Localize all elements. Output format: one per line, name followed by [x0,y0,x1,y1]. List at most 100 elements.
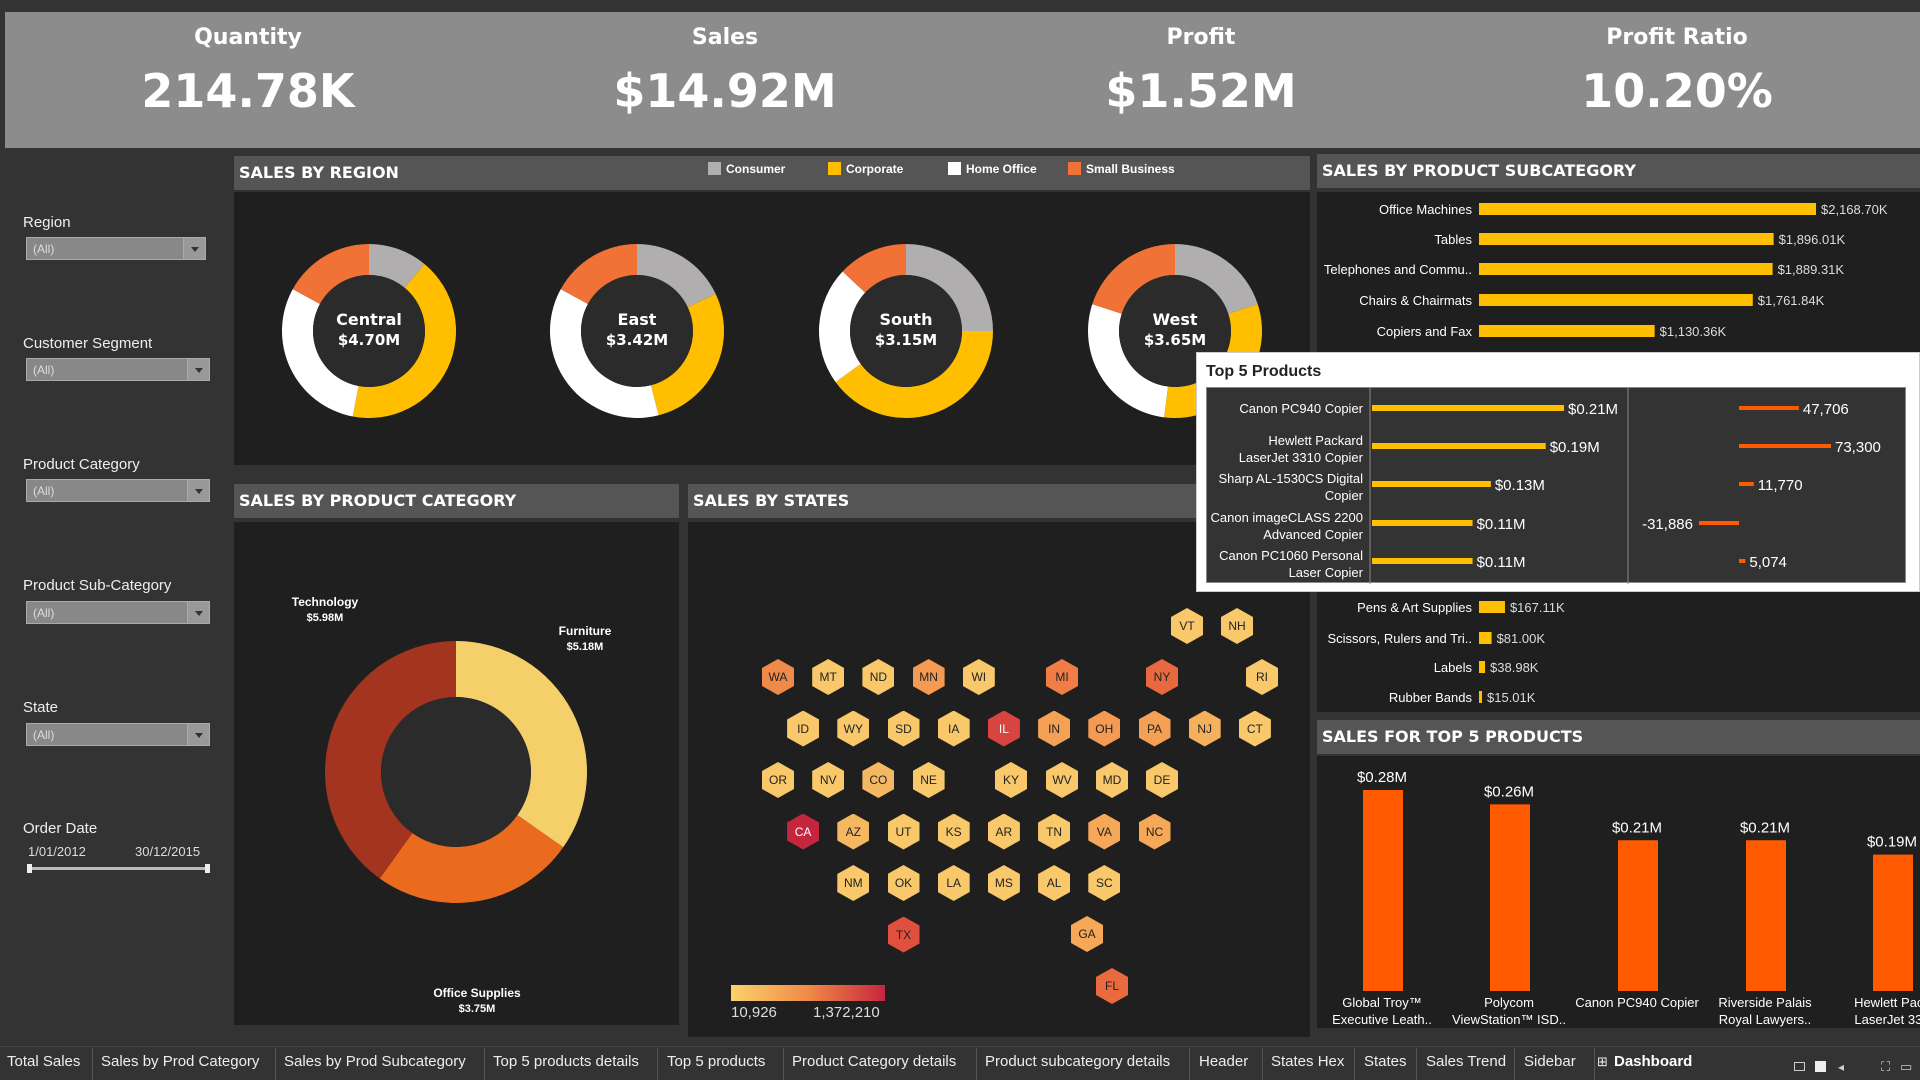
state-hex-md[interactable]: MD [1096,762,1128,798]
state-hex-az[interactable]: AZ [837,813,870,850]
sheet-tab-sales-by-prod-category[interactable]: Sales by Prod Category [101,1052,259,1080]
state-hex-nd[interactable]: ND [862,659,895,695]
chevron-down-icon[interactable] [187,602,209,623]
date-slider-start-handle[interactable] [27,864,32,873]
top5-bar[interactable] [1490,804,1530,991]
state-hex-in[interactable]: IN [1038,710,1071,747]
tooltip-profit-bar[interactable] [1739,406,1799,410]
subcategory-bar[interactable] [1479,691,1482,703]
state-hex-ut[interactable]: UT [887,813,920,850]
state-hex-pa[interactable]: PA [1138,710,1171,747]
sheet-tab-sales-trend[interactable]: Sales Trend [1426,1052,1506,1080]
state-hex-ri[interactable]: RI [1246,659,1278,695]
sheet-tab-sales-by-prod-subcategory[interactable]: Sales by Prod Subcategory [284,1052,466,1080]
sheet-tab-states-hex[interactable]: States Hex [1271,1052,1344,1080]
state-hex-nj[interactable]: NJ [1188,710,1221,747]
prev-sheet-icon[interactable]: ◂ [1838,1060,1844,1074]
state-hex-ct[interactable]: CT [1238,710,1271,747]
state-hex-mn[interactable]: MN [912,659,945,695]
state-hex-al[interactable]: AL [1038,865,1071,901]
sheet-tab-dashboard[interactable]: Dashboard [1614,1052,1692,1080]
sheet-tab-header[interactable]: Header [1199,1052,1248,1080]
top5-bar[interactable] [1618,840,1658,991]
state-hex-ar[interactable]: AR [987,813,1020,850]
state-hex-nh[interactable]: NH [1221,608,1253,644]
state-hex-nv[interactable]: NV [812,762,845,798]
state-hex-de[interactable]: DE [1146,762,1178,798]
subcategory-bar[interactable] [1479,233,1774,245]
state-hex-nc[interactable]: NC [1138,813,1171,850]
top5-bar[interactable] [1873,854,1913,991]
date-slider-end-handle[interactable] [205,864,210,873]
filmstrip-icon[interactable] [1815,1061,1826,1072]
present-icon[interactable]: ▭ [1900,1059,1912,1075]
state-hex-tx[interactable]: TX [887,916,920,953]
subcategory-bar[interactable] [1479,661,1486,673]
state-hex-ne[interactable]: NE [912,762,945,798]
state-hex-ks[interactable]: KS [937,813,970,850]
state-hex-il[interactable]: IL [987,710,1020,747]
legend-home-office[interactable]: Home Office [948,162,1037,176]
state-hex-ny[interactable]: NY [1146,659,1178,695]
tooltip-sales-bar[interactable] [1372,481,1491,487]
state-hex-ok[interactable]: OK [887,865,920,901]
state-hex-mi[interactable]: MI [1046,659,1078,695]
state-hex-tn[interactable]: TN [1038,813,1071,850]
fullscreen-icon[interactable]: ⛶ [1881,1059,1890,1075]
subcategory-bar[interactable] [1479,294,1753,306]
state-hex-sc[interactable]: SC [1088,865,1121,901]
state-hex-fl[interactable]: FL [1096,968,1128,1004]
subcategory-bar[interactable] [1479,601,1505,613]
state-hex-ky[interactable]: KY [995,762,1027,798]
legend-corporate[interactable]: Corporate [828,162,903,176]
sheet-tab-product-subcategory-details[interactable]: Product subcategory details [985,1052,1170,1080]
sheet-tab-top-5-products-details[interactable]: Top 5 products details [493,1052,639,1080]
state-hex-wa[interactable]: WA [762,659,794,695]
segment-filter-select[interactable]: (All) [26,358,210,381]
tooltip-sales-bar[interactable] [1372,443,1546,449]
tooltip-profit-bar[interactable] [1739,482,1754,486]
state-hex-vt[interactable]: VT [1171,608,1203,644]
state-hex-ms[interactable]: MS [987,865,1020,901]
state-hex-mt[interactable]: MT [812,659,845,695]
state-hex-wv[interactable]: WV [1046,762,1078,798]
state-hex-ca[interactable]: CA [787,813,820,850]
state-hex-nm[interactable]: NM [837,865,870,901]
sheet-tab-states[interactable]: States [1364,1052,1407,1080]
legend-consumer[interactable]: Consumer [708,162,785,176]
subcategory-bar[interactable] [1479,325,1655,337]
state-hex-or[interactable]: OR [762,762,794,798]
state-filter-select[interactable]: (All) [26,723,210,746]
subcategory-bar[interactable] [1479,632,1492,644]
state-hex-id[interactable]: ID [787,710,820,747]
tooltip-sales-bar[interactable] [1372,520,1473,526]
state-hex-wi[interactable]: WI [962,659,995,695]
state-hex-ga[interactable]: GA [1071,916,1103,952]
subcategory-bar[interactable] [1479,263,1773,275]
tooltip-profit-bar[interactable] [1739,444,1831,448]
state-hex-co[interactable]: CO [862,762,895,798]
chevron-down-icon[interactable] [187,480,209,501]
category-filter-select[interactable]: (All) [26,479,210,502]
state-hex-sd[interactable]: SD [887,710,920,747]
tooltip-profit-bar[interactable] [1739,559,1746,563]
tooltip-sales-bar[interactable] [1372,405,1564,411]
state-hex-oh[interactable]: OH [1088,710,1121,747]
subcategory-bar[interactable] [1479,203,1816,215]
tooltip-profit-bar[interactable] [1698,521,1739,525]
sheet-tab-top-5-products[interactable]: Top 5 products [667,1052,765,1080]
chevron-down-icon[interactable] [183,238,205,259]
date-range-slider[interactable] [28,867,210,870]
tooltip-sales-bar[interactable] [1372,558,1473,564]
chevron-down-icon[interactable] [187,359,209,380]
state-hex-va[interactable]: VA [1088,813,1121,850]
sheet-tab-product-category-details[interactable]: Product Category details [792,1052,956,1080]
top5-bar[interactable] [1746,840,1786,991]
chevron-down-icon[interactable] [187,724,209,745]
legend-small-business[interactable]: Small Business [1068,162,1175,176]
top5-bar[interactable] [1363,790,1403,991]
subcategory-filter-select[interactable]: (All) [26,601,210,624]
state-hex-ia[interactable]: IA [937,710,970,747]
sheet-tab-sidebar[interactable]: Sidebar [1524,1052,1576,1080]
grid-view-icon[interactable] [1794,1062,1805,1071]
